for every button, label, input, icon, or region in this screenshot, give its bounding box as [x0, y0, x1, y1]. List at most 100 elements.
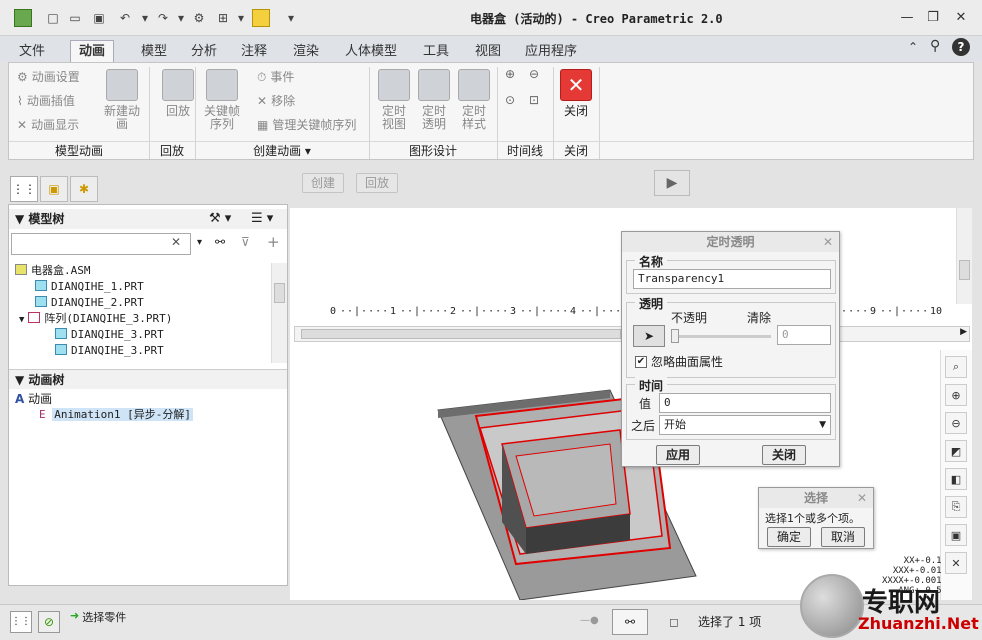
open-folder-icon[interactable]: ▭	[66, 9, 84, 27]
play-icon[interactable]: ▶	[654, 170, 690, 196]
redo-dropdown-icon[interactable]: ▾	[172, 9, 190, 27]
model-tree-header[interactable]: ▼ 模型树	[9, 209, 287, 229]
search-dropdown-icon[interactable]: ▾	[197, 237, 202, 248]
search-icon[interactable]: ⚲	[930, 38, 940, 54]
undo-icon[interactable]: ↶	[116, 9, 134, 27]
name-input[interactable]: Transparency1	[633, 269, 831, 289]
remove-button[interactable]: ✕ 移除	[257, 91, 295, 111]
tab-file[interactable]: 文件	[10, 40, 54, 62]
tree-item[interactable]: DIANQIHE_2.PRT	[9, 295, 271, 311]
ignore-surface-checkbox[interactable]: ✔ 忽略曲面属性	[635, 353, 723, 370]
tab-manikin[interactable]: 人体模型	[336, 40, 406, 62]
add-icon[interactable]: +	[267, 233, 280, 251]
timed-style-button[interactable]: 定时 样式	[451, 69, 497, 131]
fit-timeline-icon[interactable]: ⊡	[529, 93, 539, 107]
zoom-reset-timeline-icon[interactable]: ⊙	[505, 93, 515, 107]
tree-item[interactable]: DIANQIHE_1.PRT	[9, 279, 271, 295]
zoom-out-icon[interactable]: ⊖	[945, 412, 967, 434]
group-label-create[interactable]: 创建动画 ▾	[195, 141, 369, 159]
repaint-icon[interactable]: ◩	[945, 440, 967, 462]
dialog-title-bar[interactable]: 定时透明 ✕	[622, 232, 839, 252]
zoom-in-icon[interactable]: ⊕	[945, 384, 967, 406]
group-label-close[interactable]: 关闭	[553, 141, 599, 159]
close-animation-button[interactable]: ✕ 关闭	[553, 69, 599, 118]
anim-tree-root[interactable]: A 动画	[15, 391, 52, 407]
tab-render[interactable]: 渲染	[284, 40, 328, 62]
filter-icon[interactable]: ⊽	[241, 235, 250, 249]
zoom-in-timeline-icon[interactable]: ⊕	[505, 67, 515, 81]
tree-columns-icon[interactable]: ☰ ▾	[251, 211, 273, 226]
tab-view[interactable]: 视图	[466, 40, 510, 62]
keyframe-sequence-button[interactable]: 关键帧 序列	[199, 69, 245, 131]
manage-keyframe-button[interactable]: ▦ 管理关键帧序列	[257, 115, 356, 135]
maximize-button[interactable]: ❐	[922, 7, 944, 27]
select-arrow-button[interactable]: ➤	[633, 325, 665, 347]
clear-search-icon[interactable]: ✕	[171, 235, 181, 249]
favorites-tab-icon[interactable]: ✱	[70, 176, 98, 202]
saved-views-icon[interactable]: ⎘	[945, 496, 967, 518]
datum-display-icon[interactable]: ✕	[945, 552, 967, 574]
after-select[interactable]: 开始 ▼	[659, 415, 831, 435]
save-icon[interactable]: ▣	[90, 9, 108, 27]
tree-item[interactable]: DIANQIHE_3.PRT	[9, 327, 271, 343]
group-label-graphic[interactable]: 图形设计	[369, 141, 497, 159]
anim-tree-header[interactable]: ▼ 动画树	[9, 369, 287, 389]
minimize-ribbon-icon[interactable]: ⌃	[908, 40, 918, 54]
regenerate-icon[interactable]: ⚙	[190, 9, 208, 27]
apply-button[interactable]: 应用	[656, 445, 700, 465]
slider-thumb[interactable]	[671, 329, 679, 343]
cancel-button[interactable]: 取消	[821, 527, 865, 547]
display-style-icon[interactable]: ◧	[945, 468, 967, 490]
tree-search-input[interactable]	[11, 233, 191, 255]
tab-animation[interactable]: 动画	[70, 40, 115, 62]
playback-action-button[interactable]: 回放	[356, 173, 399, 193]
anim-tree-item[interactable]: Ε Animation1 [异步-分解]	[39, 407, 193, 423]
group-label-timeline[interactable]: 时间线	[497, 141, 553, 159]
selection-box-icon[interactable]: ◻	[662, 611, 686, 633]
folder-browser-tab-icon[interactable]: ▣	[40, 176, 68, 202]
binoculars-icon[interactable]: ⚯	[215, 235, 225, 249]
close-button[interactable]: ✕	[950, 7, 972, 27]
customize-toolbar-icon[interactable]: ▾	[282, 9, 300, 27]
show-navigator-icon[interactable]: ⋮⋮	[10, 611, 32, 633]
tab-applications[interactable]: 应用程序	[516, 40, 586, 62]
anim-settings-button[interactable]: ⚙ 动画设置	[17, 67, 80, 87]
select-dialog-title[interactable]: 选择 ✕	[759, 488, 873, 508]
tab-analysis[interactable]: 分析	[182, 40, 226, 62]
timeline-vscroll[interactable]	[956, 208, 972, 304]
new-file-icon[interactable]: □	[44, 9, 62, 27]
undo-dropdown-icon[interactable]: ▾	[136, 9, 154, 27]
close-dialog-button[interactable]: 关闭	[762, 445, 806, 465]
tab-tools[interactable]: 工具	[414, 40, 458, 62]
time-value-input[interactable]: 0	[659, 393, 831, 413]
group-label-model-anim[interactable]: 模型动画	[9, 141, 149, 159]
transparency-value-input[interactable]: 0	[777, 325, 831, 345]
group-label-playback[interactable]: 回放	[149, 141, 195, 159]
zoom-fit-icon[interactable]: ⌕	[945, 356, 967, 378]
find-icon[interactable]: ⚯	[612, 609, 648, 635]
anim-display-button[interactable]: ✕ 动画显示	[17, 115, 79, 135]
windows-icon[interactable]: ⊞	[214, 9, 232, 27]
select-close-icon[interactable]: ✕	[857, 488, 867, 508]
create-action-button[interactable]: 创建	[302, 173, 345, 193]
tree-item[interactable]: DIANQIHE_3.PRT	[9, 343, 271, 359]
close-window-folder-icon[interactable]	[252, 9, 270, 27]
tree-item[interactable]: 电器盒.ASM	[9, 263, 271, 279]
event-button[interactable]: ⏱ 事件	[257, 67, 294, 87]
tree-scrollbar[interactable]	[271, 263, 287, 363]
dialog-close-icon[interactable]: ✕	[823, 232, 833, 252]
help-icon[interactable]: ?	[952, 38, 970, 56]
anim-interpolation-button[interactable]: ⌇ 动画插值	[17, 91, 75, 111]
tree-item[interactable]: ▼ 阵列(DIANQIHE_3.PRT)	[9, 311, 271, 327]
windows-dropdown-icon[interactable]: ▾	[232, 9, 250, 27]
tree-settings-icon[interactable]: ⚒ ▾	[209, 211, 231, 226]
tab-model[interactable]: 模型	[132, 40, 176, 62]
ok-button[interactable]: 确定	[767, 527, 811, 547]
tab-annotate[interactable]: 注释	[232, 40, 276, 62]
model-tree-tab-icon[interactable]: ⋮⋮	[10, 176, 38, 202]
new-animation-button[interactable]: 新建动 画	[99, 69, 145, 131]
transparency-slider[interactable]	[671, 335, 771, 338]
redo-icon[interactable]: ↷	[154, 9, 172, 27]
show-browser-icon[interactable]: ⊘	[38, 611, 60, 633]
minimize-button[interactable]: —	[896, 7, 918, 27]
